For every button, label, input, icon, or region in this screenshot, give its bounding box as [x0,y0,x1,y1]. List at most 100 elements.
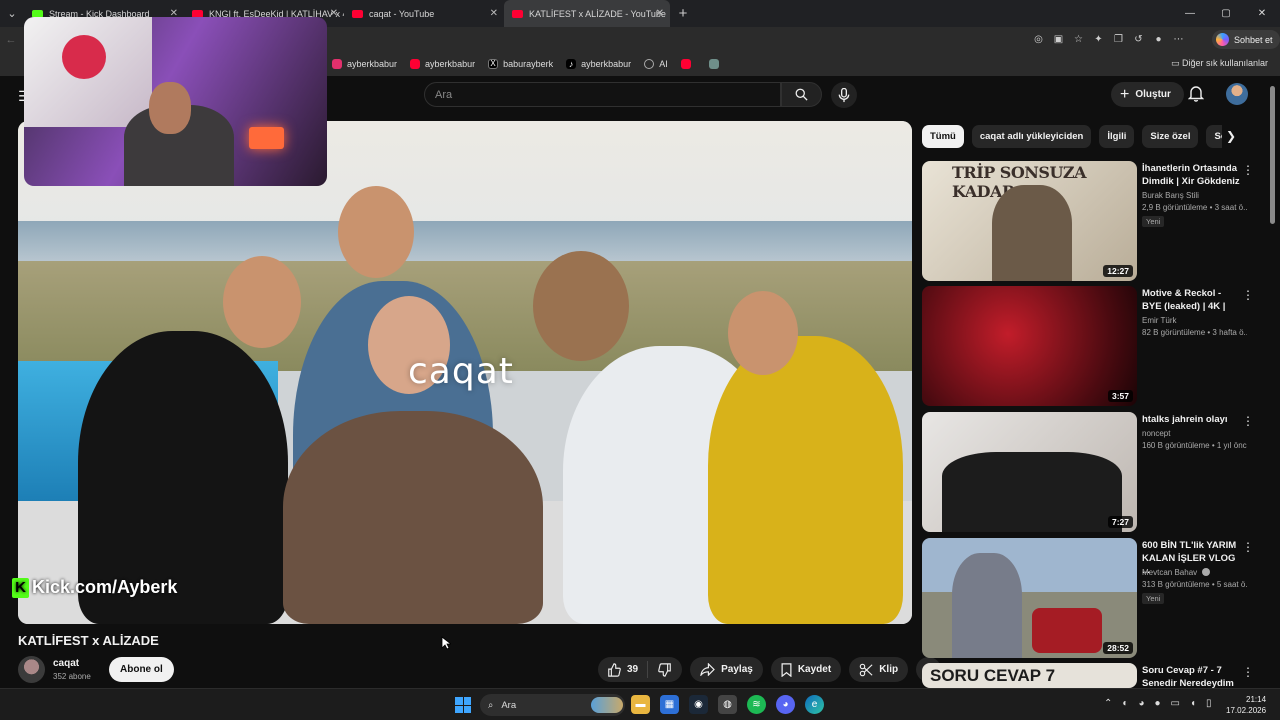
other-favorites-folder[interactable]: ▭ Diğer sık kullanılanlar [1171,58,1268,69]
chip-for-you[interactable]: Size özel [1142,125,1199,148]
photos-icon[interactable]: ▦ [660,695,679,714]
like-button[interactable]: 39 [598,661,649,678]
taskbar-search[interactable]: ⌕ Ara [480,694,625,716]
network-icon[interactable]: ▭ [1171,698,1180,709]
kick-watermark: K Kick.com/Ayberk [12,577,177,598]
back-icon[interactable]: ← [0,34,22,46]
new-tab-icon[interactable]: + [670,5,696,22]
recommendation-title[interactable]: Motive & Reckol - BYE (leaked) | 4K | [1142,288,1240,313]
channel-avatar[interactable] [18,656,45,683]
recommendation-title[interactable]: htalks jahrein olayı [1142,414,1240,427]
video-player[interactable]: caqat [18,121,912,624]
translate-icon[interactable]: ◎ [1030,31,1047,48]
dislike-button[interactable] [648,662,682,677]
bookmark-youtube-2[interactable] [680,59,696,69]
close-tab-icon[interactable]: ✕ [490,8,498,19]
recommendation-meta: 313 B görüntüleme • 5 saat ö... [1142,580,1247,589]
windows-start-icon[interactable] [455,697,471,713]
discord-tray-icon[interactable]: ◕ [1138,698,1144,709]
search-button[interactable] [781,82,822,107]
chip-recent[interactable]: Son yüklenenler [1206,125,1222,148]
close-tab-icon[interactable]: ✕ [656,8,664,19]
recommendation-item[interactable]: 28:52 600 BİN TL'lik YARIM KALAN İŞLER V… [922,538,1272,658]
create-button[interactable]: + Oluştur [1111,82,1184,107]
more-options-icon[interactable]: ⋯ [1170,31,1187,48]
thumbnail-figure [952,553,1022,658]
chevron-up-icon[interactable]: ⌃ [1104,698,1112,709]
recommendation-channel[interactable]: Emir Türk [1142,316,1177,325]
kick-url-text: Kick.com/Ayberk [32,577,178,597]
favorite-star-icon[interactable]: ☆ [1070,31,1087,48]
chevron-right-icon[interactable]: ❯ [1226,129,1236,143]
share-button[interactable]: Paylaş [690,657,763,682]
steam-icon[interactable]: ◉ [689,695,708,714]
collections-icon[interactable]: ❐ [1110,31,1127,48]
extensions-icon[interactable]: ✦ [1090,31,1107,48]
close-window-icon[interactable]: ✕ [1244,8,1280,19]
split-screen-icon[interactable]: ▣ [1050,31,1067,48]
file-explorer-icon[interactable]: ▬ [631,695,650,714]
recommendation-channel[interactable]: Mevtcan Bahav [1142,568,1211,577]
video-thumbnail[interactable]: SORU CEVAP 7 [922,663,1137,688]
video-thumbnail[interactable]: 28:52 [922,538,1137,658]
account-avatar[interactable] [1226,83,1248,105]
bookmark-tiktok[interactable]: ♪ ayberkbabur [566,59,631,69]
microphone-tray-icon[interactable]: ● [1154,698,1160,709]
volume-icon[interactable]: ◖ [1190,698,1196,709]
bookmark-ai[interactable]: AI [644,59,668,69]
video-thumbnail[interactable]: 3:57 [922,286,1137,406]
clip-button[interactable]: Klip [849,657,909,682]
bookmark-instagram[interactable]: ayberkbabur [332,59,397,69]
kebab-menu-icon[interactable]: ⋮ [1242,540,1254,554]
url-field[interactable] [330,30,1020,49]
video-thumbnail[interactable]: TRİP SONSUZA KADAR 12:27 [922,161,1137,281]
tab-caqat-youtube[interactable]: caqat - YouTube ✕ [344,0,504,27]
recommendation-title[interactable]: İhanetlerin Ortasında Dimdik | Xir Gökde… [1142,163,1240,188]
minimize-icon[interactable]: — [1172,8,1208,19]
recommendation-item[interactable]: 7:27 htalks jahrein olayı noncept 160 B … [922,412,1272,532]
profile-icon[interactable]: ● [1150,31,1167,48]
close-tab-icon[interactable]: ✕ [330,8,338,19]
voice-search-button[interactable] [831,82,857,108]
save-button[interactable]: Kaydet [770,657,842,682]
bookmark-youtube[interactable]: ayberkbabur [410,59,475,69]
notifications-button[interactable] [1187,85,1205,107]
spotify-icon[interactable]: ≋ [747,695,766,714]
maximize-icon[interactable]: ▢ [1208,8,1244,19]
windows-taskbar: ⌕ Ara ▬ ▦ ◉ ◍ ≋ ◕ e ⌃ ◐ ◕ ● ▭ ◖ ▯ 21:14 … [0,688,1280,720]
kebab-menu-icon[interactable]: ⋮ [1242,665,1254,679]
battery-icon[interactable]: ▯ [1206,698,1212,709]
chip-all[interactable]: Tümü [922,125,964,148]
recommendation-title[interactable]: Soru Cevap #7 - 7 Senedir Neredeydim [1142,665,1240,688]
recommendation-channel[interactable]: noncept [1142,429,1170,438]
recommendation-item[interactable]: TRİP SONSUZA KADAR 12:27 İhanetlerin Ort… [922,161,1272,281]
recommendation-channel[interactable]: Burak Barış Stili [1142,191,1199,200]
history-icon[interactable]: ↺ [1130,31,1147,48]
chip-related[interactable]: İlgili [1099,125,1135,148]
taskbar-clock[interactable]: 21:14 17.02.2026 [1226,694,1266,716]
bookmark-image[interactable] [708,59,724,69]
bookmark-label: baburayberk [503,59,554,69]
video-thumbnail[interactable]: 7:27 [922,412,1137,532]
discord-icon[interactable]: ◕ [776,695,795,714]
edge-icon[interactable]: e [805,695,824,714]
page-scrollbar[interactable] [1270,86,1275,224]
kebab-menu-icon[interactable]: ⋮ [1242,163,1254,177]
channel-name[interactable]: caqat [53,658,79,669]
copilot-button[interactable]: Sohbet et [1212,30,1280,49]
recommendation-item[interactable]: SORU CEVAP 7 Soru Cevap #7 - 7 Senedir N… [922,663,1272,688]
mouse-cursor-icon [441,636,451,650]
tab-katlifest-active[interactable]: KATLİFEST x ALİZADE - YouTube ✕ [504,0,670,27]
recommendation-item[interactable]: 3:57 Motive & Reckol - BYE (leaked) | 4K… [922,286,1272,406]
taskbar-search-label: Ara [501,699,517,711]
audio-tray-icon[interactable]: ◐ [1122,698,1128,709]
kebab-menu-icon[interactable]: ⋮ [1242,414,1254,428]
subscribe-button[interactable]: Abone ol [109,657,174,682]
kebab-menu-icon[interactable]: ⋮ [1242,288,1254,302]
tab-actions-menu-icon[interactable]: ⌄ [0,0,24,27]
bookmark-x[interactable]: X baburayberk [488,59,553,69]
obs-icon[interactable]: ◍ [718,695,737,714]
bookmark-label: AI [659,59,668,69]
chip-from-uploader[interactable]: caqat adlı yükleyiciden [971,125,1092,148]
search-input[interactable]: Ara [424,82,781,107]
